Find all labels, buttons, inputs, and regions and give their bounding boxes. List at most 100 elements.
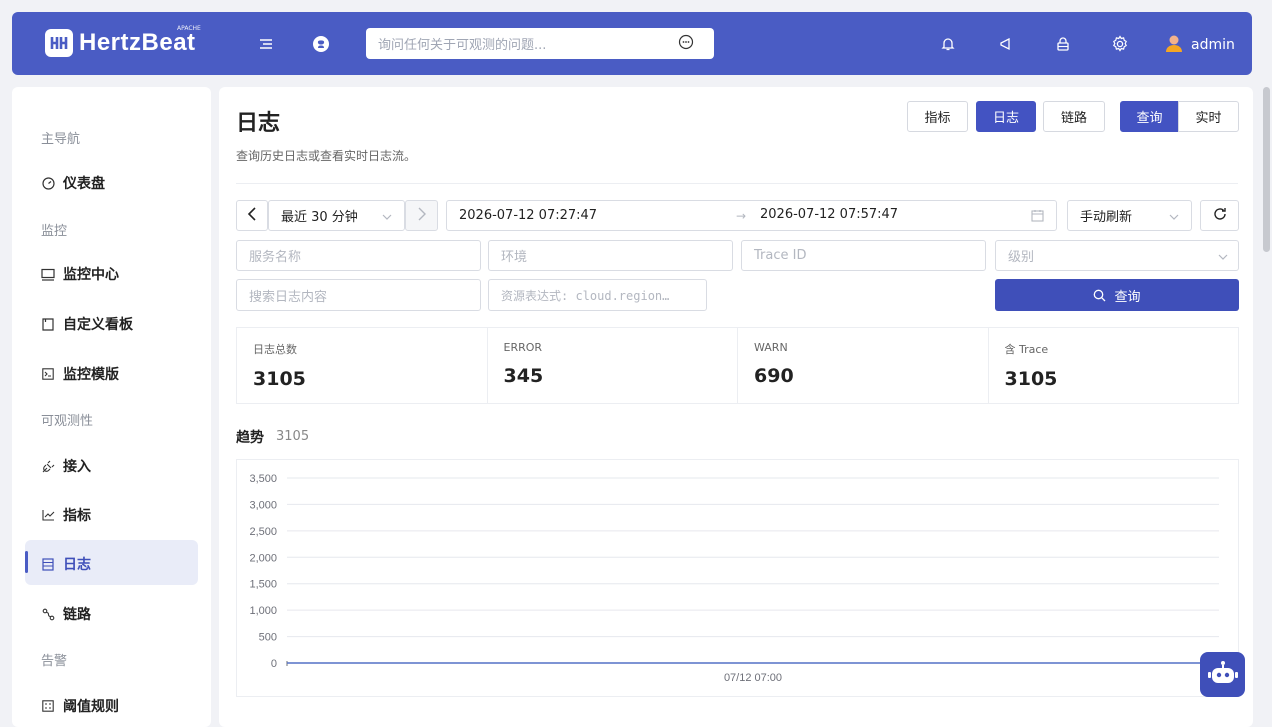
sidebar-item-label: 监控中心 (63, 267, 119, 283)
stat-label: ERROR (503, 341, 543, 354)
sidebar-item-custom-board[interactable]: 自定义看板 (41, 314, 133, 334)
range-select[interactable]: 最近 30 分钟 (268, 200, 405, 231)
stat-value: 3105 (253, 368, 306, 390)
sidebar-group-main: 主导航 (41, 132, 81, 147)
sidebar-item-label: 日志 (63, 557, 91, 573)
sidebar-group-observability: 可观测性 (41, 414, 94, 429)
stat-label: WARN (754, 341, 788, 354)
sidebar-item-logs[interactable]: 日志 (41, 554, 91, 574)
stat-label: 含 Trace (1004, 343, 1049, 356)
stat-total: 日志总数 3105 (237, 328, 488, 403)
top-header: HertzBeat APACHE 询问任何关于可观测的问题... admin (12, 12, 1252, 75)
sidebar-item-dashboard[interactable]: 仪表盘 (41, 173, 105, 193)
tab-traces[interactable]: 链路 (1043, 101, 1105, 132)
sidebar-item-threshold-rules[interactable]: 阈值规则 (41, 696, 119, 716)
query-button[interactable]: 查询 (995, 279, 1239, 311)
trace-id-input[interactable]: Trace ID (741, 240, 986, 271)
sidebar: 主导航 仪表盘 监控 监控中心 自定义看板 监控模版 可观测性 接入 指标 日志 (12, 87, 211, 727)
sidebar-item-label: 链路 (63, 607, 91, 623)
stat-label: 日志总数 (253, 343, 297, 356)
stat-warn: WARN 690 (738, 328, 989, 403)
reload-button[interactable] (1200, 200, 1239, 231)
sidebar-item-metrics[interactable]: 指标 (41, 505, 91, 525)
sidebar-item-label: 监控模版 (63, 367, 119, 383)
header-divider (236, 183, 1238, 184)
stat-value: 3105 (1004, 368, 1058, 390)
chat-bubble-icon[interactable] (678, 34, 694, 54)
page-scrollbar[interactable] (1263, 87, 1270, 252)
sidebar-item-label: 指标 (63, 508, 91, 524)
next-range-button[interactable] (405, 200, 438, 231)
sidebar-item-ingest[interactable]: 接入 (41, 456, 91, 476)
level-placeholder: 级别 (1008, 250, 1035, 265)
robot-icon (1207, 660, 1238, 690)
stat-value: 690 (754, 365, 794, 387)
plug-icon (41, 460, 55, 473)
resource-expression-placeholder: 资源表达式: cloud.region… (501, 288, 670, 303)
chevron-left-icon (247, 206, 257, 225)
stat-with-trace: 含 Trace 3105 (989, 328, 1239, 403)
username: admin (1191, 37, 1235, 53)
environment-input[interactable]: 环境 (488, 240, 733, 271)
sidebar-item-traces[interactable]: 链路 (41, 604, 91, 624)
reload-icon (1212, 206, 1228, 226)
chevron-right-icon (417, 207, 427, 225)
environment-placeholder: 环境 (501, 250, 528, 265)
user-menu[interactable]: admin (1164, 33, 1235, 57)
sidebar-group-monitor: 监控 (41, 224, 68, 239)
line-chart-icon (41, 509, 55, 521)
y-tick-label: 3,500 (249, 473, 277, 485)
announcement-icon[interactable] (995, 34, 1015, 54)
refresh-select[interactable]: 手动刷新 (1067, 200, 1192, 231)
y-tick-label: 3,000 (249, 499, 277, 511)
chevron-down-icon (1218, 250, 1228, 265)
ai-search-input[interactable]: 询问任何关于可观测的问题... (366, 28, 714, 59)
stats-row: 日志总数 3105 ERROR 345 WARN 690 含 Trace 310… (236, 327, 1239, 404)
log-content-placeholder: 搜索日志内容 (249, 289, 328, 305)
hertzbeat-logo-icon (45, 29, 73, 57)
ai-assistant-button[interactable] (1200, 652, 1245, 697)
page-subtitle: 查询历史日志或查看实时日志流。 (236, 149, 417, 163)
calendar-icon (1031, 209, 1044, 226)
brand-sup: APACHE (177, 25, 201, 32)
trend-count: 3105 (276, 429, 310, 444)
tab-metrics[interactable]: 指标 (907, 101, 968, 132)
avatar-icon (1164, 33, 1184, 57)
service-name-input[interactable]: 服务名称 (236, 240, 481, 271)
datetime-range-picker[interactable]: 2026-07-12 07:27:47 → 2026-07-12 07:57:4… (446, 200, 1057, 231)
log-content-search-input[interactable]: 搜索日志内容 (236, 279, 481, 311)
sidebar-item-label: 接入 (63, 459, 91, 475)
board-icon (41, 317, 55, 331)
service-name-placeholder: 服务名称 (249, 250, 302, 265)
sidebar-item-monitor-center[interactable]: 监控中心 (41, 264, 119, 284)
lock-icon[interactable] (1053, 34, 1073, 54)
trace-icon (41, 608, 55, 621)
prev-range-button[interactable] (236, 200, 268, 231)
tab-logs[interactable]: 日志 (976, 101, 1036, 132)
trend-title: 趋势 (236, 430, 264, 446)
sidebar-active-indicator (25, 551, 28, 573)
brand-name: HertzBeat (79, 29, 196, 56)
ai-search-placeholder: 询问任何关于可观测的问题... (378, 38, 547, 53)
stat-error: ERROR 345 (488, 328, 738, 403)
resource-expression-input[interactable]: 资源表达式: cloud.region… (488, 279, 707, 311)
level-select[interactable]: 级别 (995, 240, 1239, 271)
brand-logo[interactable]: HertzBeat APACHE (45, 25, 201, 57)
log-icon (41, 557, 55, 571)
mode-query[interactable]: 查询 (1120, 101, 1179, 132)
start-datetime: 2026-07-12 07:27:47 (459, 208, 598, 223)
y-tick-label: 2,000 (249, 552, 277, 564)
y-tick-label: 1,500 (249, 579, 277, 591)
settings-gear-icon[interactable] (1110, 34, 1130, 54)
github-icon[interactable] (311, 34, 331, 54)
bell-icon[interactable] (938, 34, 958, 54)
sidebar-item-label: 仪表盘 (63, 176, 105, 192)
mode-realtime[interactable]: 实时 (1178, 101, 1239, 132)
y-tick-label: 500 (259, 632, 277, 644)
menu-toggle-icon[interactable] (256, 34, 276, 54)
trend-chart: 3,500 3,000 2,500 2,000 1,500 1,000 500 0 07/12 … (249, 473, 1219, 684)
sidebar-item-monitor-template[interactable]: 监控模版 (41, 364, 119, 384)
trend-chart-container: 3,500 3,000 2,500 2,000 1,500 1,000 500 0 07/12 … (236, 459, 1239, 697)
chevron-down-icon (1169, 210, 1179, 225)
sidebar-group-alert: 告警 (41, 654, 68, 669)
